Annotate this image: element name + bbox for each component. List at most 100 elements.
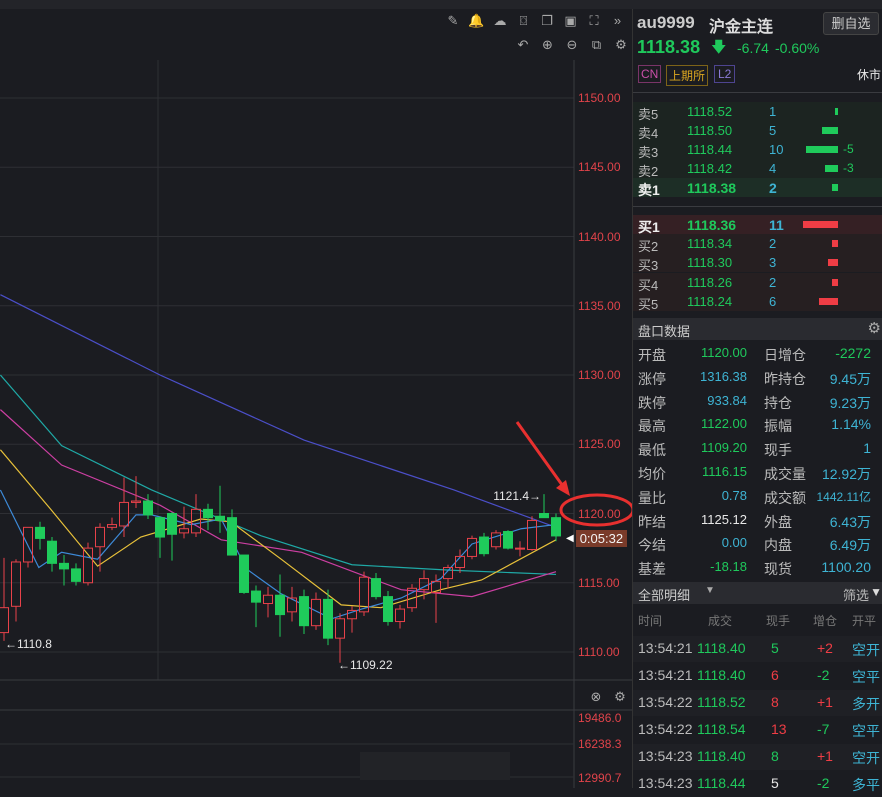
- trade-time: 13:54:23: [638, 775, 693, 791]
- settings-icon[interactable]: ⚙: [612, 37, 630, 53]
- trade-time: 13:54:22: [638, 721, 693, 737]
- stat-value: 1109.20: [700, 440, 747, 456]
- candle-body-down: [479, 536, 489, 555]
- layout-icon[interactable]: ⧉: [588, 37, 606, 53]
- orderbook-row-sell[interactable]: 卖4 1118.50 5: [633, 121, 882, 141]
- trade-volume: 5: [771, 640, 779, 656]
- fullscreen-icon[interactable]: ⛶: [585, 13, 603, 29]
- stats-row: 量比 0.78 成交额 1442.11亿: [633, 486, 882, 508]
- pencil-icon[interactable]: ✎: [444, 13, 462, 29]
- orderbook-row-buy[interactable]: 买2 1118.34 2: [633, 234, 882, 255]
- stat-label: 均价: [638, 466, 666, 482]
- volume-bar: [831, 184, 838, 191]
- level-label: 买2: [638, 239, 659, 255]
- camera-icon[interactable]: ⌼: [515, 13, 533, 29]
- collapse-right-icon[interactable]: »: [609, 13, 627, 28]
- orderbook-row-buy[interactable]: 买4 1118.26 2: [633, 272, 882, 293]
- bell-icon[interactable]: 🔔: [468, 13, 486, 29]
- low-marker: ←1109.22: [338, 658, 393, 672]
- countdown-label: ◀ 0:05:32: [566, 529, 628, 548]
- stat-label: 昨结: [638, 513, 666, 530]
- trade-time: 13:54:22: [638, 694, 693, 710]
- price-change-pct: -0.60%: [775, 40, 820, 56]
- orderbook-row-sell[interactable]: 卖3 1118.44 10 -5: [633, 140, 882, 160]
- trade-time: 13:54:21: [638, 640, 693, 656]
- trade-volume: 13: [771, 721, 787, 737]
- trade-time: 13:54:21: [638, 667, 693, 683]
- stats-row: 涨停 1316.38 昨持仓 9.45万: [633, 367, 882, 389]
- stat-value: -18.18: [710, 559, 747, 575]
- close-circle-icon[interactable]: ⊗: [587, 689, 605, 705]
- stat-label: 跌停: [638, 394, 666, 411]
- stats-header: 盘口数据 ⚙: [633, 318, 882, 340]
- orderbook-row-sell[interactable]: 卖2 1118.42 4 -3: [633, 159, 882, 179]
- candlestick-chart[interactable]: ←1110.8 ←1109.22 1121.4→: [0, 0, 632, 788]
- level-volume: 10: [769, 142, 784, 157]
- level-price: 1118.44: [687, 142, 733, 157]
- trade-type: 空开: [852, 642, 880, 658]
- stat-label: 日增仓: [764, 347, 806, 363]
- zoom-in-icon[interactable]: ⊕: [539, 37, 557, 53]
- candle-body-down: [539, 513, 549, 519]
- monitor-chart-icon[interactable]: ▣: [562, 13, 580, 29]
- price-change: -6.74: [737, 40, 769, 56]
- trade-oi-change: +1: [817, 748, 833, 764]
- trade-volume: 6: [771, 667, 779, 683]
- countdown-text: 0:05:32: [575, 530, 628, 547]
- stat-label: 内盘: [764, 537, 792, 554]
- level-volume: 5: [769, 123, 777, 138]
- cloud-icon[interactable]: ☁: [491, 13, 509, 29]
- orderbook-row-sell[interactable]: 卖1 1118.38 2: [633, 178, 882, 198]
- trade-volume: 8: [771, 694, 779, 710]
- undo-icon[interactable]: ↶: [514, 37, 532, 53]
- level-volume: 1: [769, 104, 777, 119]
- column-header: 时间: [638, 614, 663, 628]
- settings-icon[interactable]: ⚙: [611, 689, 629, 705]
- level-volume: 2: [769, 180, 777, 196]
- orderbook-row-buy[interactable]: 买1 1118.36 11: [633, 215, 882, 235]
- candle-body-down: [143, 500, 153, 516]
- orderbook-row-sell[interactable]: 卖5 1118.52 1: [633, 102, 882, 122]
- trades-title[interactable]: 全部明细: [638, 585, 690, 604]
- price-axis-label: 1135.00: [578, 298, 621, 313]
- price-axis-label: 1140.00: [578, 229, 621, 244]
- level-price: 1118.42: [687, 161, 733, 176]
- column-header: 成交: [708, 614, 733, 628]
- stat-value: 9.23万: [829, 394, 871, 411]
- tag-cn: CN: [638, 65, 662, 83]
- copy-icon[interactable]: ❐: [538, 13, 556, 29]
- stat-value: 1316.38: [700, 368, 747, 384]
- orderbook-row-buy[interactable]: 买3 1118.30 3: [633, 253, 882, 273]
- candle-body-down: [275, 594, 285, 616]
- stats-row: 昨结 1125.12 外盘 6.43万: [633, 510, 882, 532]
- filter-icon[interactable]: ▼: [870, 585, 882, 599]
- stat-label: 今结: [638, 537, 666, 554]
- volume-axis-label: 16238.3: [578, 737, 622, 751]
- candle-body-up: [515, 547, 525, 550]
- pointer-icon: ◀: [566, 533, 574, 544]
- trade-type: 空开: [852, 750, 880, 766]
- level-price: 1118.36: [687, 217, 737, 233]
- volume-blur: [360, 752, 510, 780]
- level-volume: 2: [769, 236, 777, 252]
- stats-row: 今结 0.00 内盘 6.49万: [633, 533, 882, 555]
- settings-icon[interactable]: ⚙: [868, 319, 881, 337]
- stat-label: 成交额: [764, 489, 806, 506]
- last-price: 1118.38: [637, 37, 701, 57]
- level-volume: 4: [769, 161, 777, 176]
- volume-bar: [831, 278, 838, 286]
- level-volume: 2: [769, 274, 777, 290]
- volume-bar: [825, 165, 838, 172]
- candle-body-down: [383, 596, 393, 623]
- stat-label: 振幅: [764, 418, 792, 435]
- filter-button[interactable]: 筛选: [843, 585, 869, 604]
- orderbook-row-buy[interactable]: 买5 1118.24 6: [633, 291, 882, 312]
- remove-watchlist-button[interactable]: 删自选: [823, 12, 879, 35]
- candle-body-down: [371, 578, 381, 598]
- dropdown-icon[interactable]: ▼: [705, 585, 715, 596]
- contract-name: 沪金主连: [709, 19, 774, 36]
- zoom-out-icon[interactable]: ⊖: [563, 37, 581, 53]
- trade-price: 1118.52: [697, 694, 746, 710]
- stat-label: 现货: [764, 561, 792, 578]
- candle-body-down: [167, 513, 177, 535]
